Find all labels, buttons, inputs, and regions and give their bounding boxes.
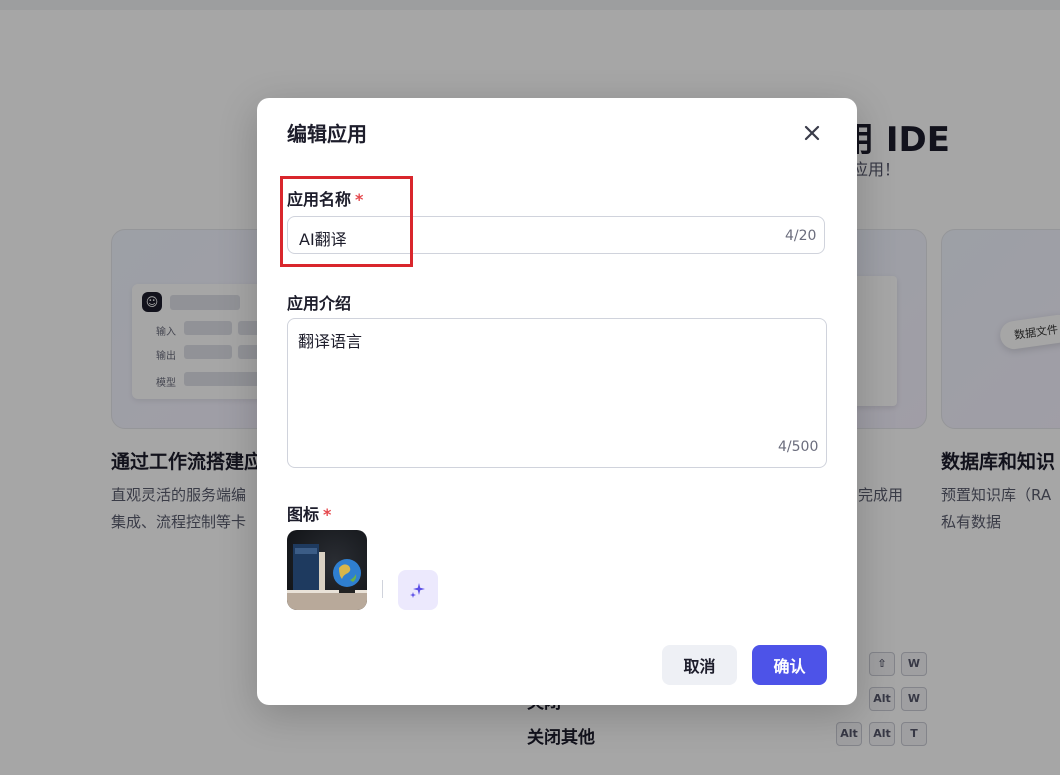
dialog-title: 编辑应用	[287, 122, 367, 146]
icon-divider	[382, 580, 383, 598]
app-name-input[interactable]: AI翻译 4/20	[287, 216, 825, 254]
app-desc-value: 翻译语言	[298, 332, 363, 351]
app-name-counter: 4/20	[785, 228, 817, 244]
app-desc-counter: 4/500	[778, 439, 819, 455]
app-name-value: AI翻译	[299, 230, 347, 249]
required-mark: *	[355, 190, 364, 209]
required-mark: *	[323, 505, 332, 524]
app-desc-label: 应用介绍	[287, 294, 352, 313]
close-icon	[804, 125, 820, 141]
cancel-button[interactable]: 取消	[662, 645, 737, 685]
close-button[interactable]	[797, 118, 827, 148]
icon-label-text: 图标	[287, 505, 320, 524]
edit-app-dialog: 编辑应用 应用名称 * AI翻译 4/20 应用介绍 翻译语言 4/500 图标 *	[257, 98, 857, 705]
app-icon-image[interactable]	[287, 530, 367, 610]
icon-label: 图标 *	[287, 501, 331, 525]
app-name-label-text: 应用名称	[287, 190, 352, 209]
globe-books-icon	[287, 544, 367, 610]
sparkle-icon	[410, 583, 425, 598]
app-desc-textarea[interactable]: 翻译语言 4/500	[287, 318, 827, 468]
ai-generate-icon-button[interactable]	[398, 570, 438, 610]
confirm-button[interactable]: 确认	[752, 645, 827, 685]
app-name-label: 应用名称 *	[287, 186, 363, 210]
